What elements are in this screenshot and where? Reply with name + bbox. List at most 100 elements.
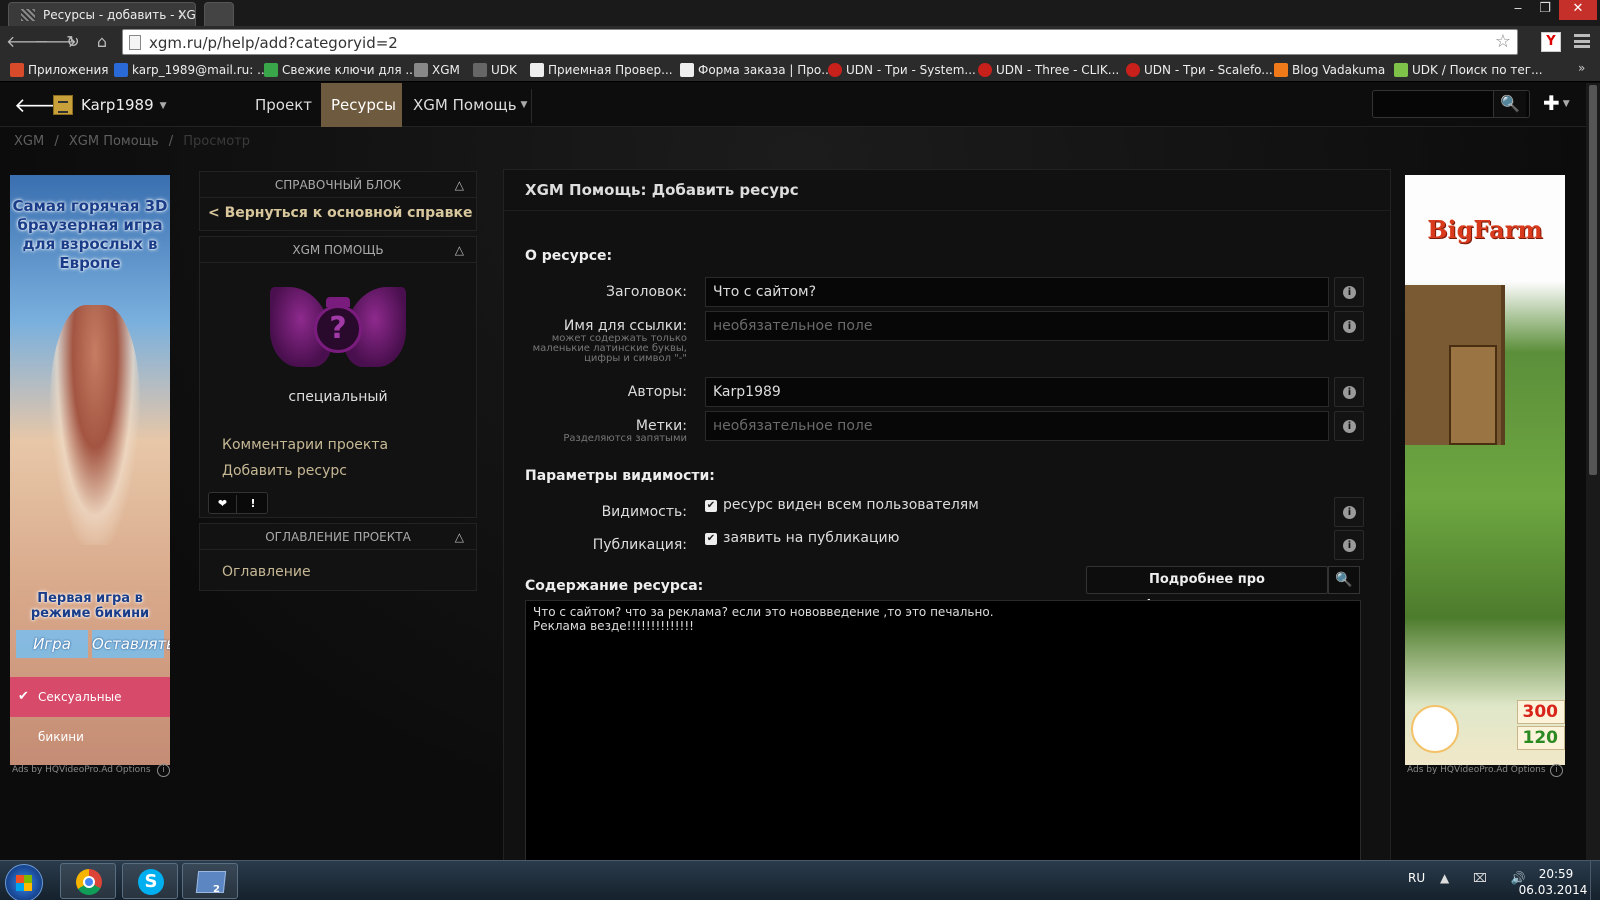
tab-active[interactable]: Ресурсы - добавить - XGI ×	[8, 2, 196, 26]
alert-icon[interactable]: !	[239, 495, 267, 513]
address-bar[interactable]: xgm.ru/p/help/add?categoryid=2 ☆	[122, 29, 1518, 55]
ad-leave-button[interactable]: Оставлять	[92, 630, 170, 658]
window-close-icon[interactable]: ✕	[1559, 0, 1597, 20]
preview-search-icon[interactable]: 🔍	[1328, 566, 1360, 594]
toc-block: ОГЛАВЛЕНИЕ ПРОЕКТА △ Оглавление	[199, 523, 477, 591]
maximize-icon[interactable]: ❐	[1532, 0, 1558, 20]
slug-hint: может содержать только маленькие латинск…	[532, 333, 687, 364]
nav-divider	[531, 89, 532, 123]
collapse-triangle-icon[interactable]: △	[455, 178, 464, 192]
toc-header[interactable]: ОГЛАВЛЕНИЕ ПРОЕКТА △	[200, 524, 476, 550]
collapse-triangle-icon[interactable]: △	[455, 530, 464, 544]
bookmark-udk-search[interactable]: UDK / Поиск по тег...	[1392, 61, 1543, 79]
collapse-triangle-icon[interactable]: △	[455, 243, 464, 257]
ad-tagline: Первая игра в режиме бикини	[30, 591, 150, 621]
nav-resources[interactable]: Ресурсы	[321, 83, 402, 127]
skype-icon: S	[138, 869, 164, 895]
visibility-checkbox[interactable]: ✔ ресурс виден всем пользователям	[705, 497, 979, 513]
tab-title: Ресурсы - добавить - XGI	[43, 8, 196, 22]
bookmark-udk[interactable]: UDK	[471, 61, 517, 79]
info-icon[interactable]: i	[157, 764, 170, 777]
clock-time[interactable]: 20:59	[1528, 867, 1584, 881]
bookmark-udn-clik[interactable]: UDN - Three - CLIK...	[976, 61, 1119, 79]
breadcrumb-xgm[interactable]: XGM	[14, 134, 44, 149]
bookmark-xgm[interactable]: XGM	[412, 61, 460, 79]
publish-info-button[interactable]: i	[1334, 530, 1364, 560]
minimize-icon[interactable]: ‒	[1505, 0, 1531, 20]
nav-project[interactable]: Проект	[245, 83, 322, 127]
clock-date[interactable]: 06.03.2014	[1518, 883, 1588, 897]
ad-label[interactable]: Ads by HQVideoPro.Ad Options	[12, 765, 151, 775]
nav-xgm-help[interactable]: XGM Помощь ▼	[403, 83, 537, 127]
page-icon	[530, 63, 544, 77]
toc-link[interactable]: Оглавление	[222, 564, 311, 580]
project-actions: ❤ !	[208, 492, 268, 514]
tags-info-button[interactable]: i	[1334, 411, 1364, 441]
bookmark-apps[interactable]: Приложения	[8, 61, 109, 79]
unreal-icon	[978, 63, 992, 77]
ad-play-button[interactable]: Игра	[16, 630, 88, 658]
bookmark-udn-system[interactable]: UDN - Три - System...	[826, 61, 976, 79]
tags-hint: Разделяются запятыми	[563, 433, 687, 444]
tags-input[interactable]: необязательное поле	[705, 411, 1329, 441]
publish-checkbox[interactable]: ✔ заявить на публикацию	[705, 530, 899, 546]
reference-block-header[interactable]: СПРАВОЧНЫЙ БЛОК △	[200, 172, 476, 198]
ad-label[interactable]: Ads by HQVideoPro.Ad Options	[1407, 765, 1546, 775]
xgm-favicon-icon	[21, 9, 35, 21]
slug-info-button[interactable]: i	[1334, 311, 1364, 341]
info-icon: i	[1343, 286, 1356, 299]
hamburger-menu-icon[interactable]	[1574, 34, 1590, 48]
bookmark-reception[interactable]: Приемная Провер...	[528, 61, 673, 79]
bookmarks-overflow-icon[interactable]: »	[1578, 61, 1585, 75]
language-indicator[interactable]: RU	[1408, 871, 1425, 885]
bookmark-keys[interactable]: Свежие ключи для ...	[262, 61, 417, 79]
bookmark-mail[interactable]: karp_1989@mail.ru: ...	[112, 61, 269, 79]
bookmark-order-form[interactable]: Форма заказа | Про...	[678, 61, 833, 79]
reload-icon[interactable]: ↻	[62, 32, 84, 52]
forward-arrow-icon[interactable]: 🡒	[34, 32, 77, 52]
taskbar-chrome[interactable]	[60, 863, 116, 899]
title-input[interactable]: Что с сайтом?	[705, 277, 1329, 307]
browser-window: Ресурсы - добавить - XGI × ‒ ❐ ✕ 🡐 🡒 ↻ ⌂…	[0, 0, 1600, 900]
bookmark-star-icon[interactable]: ☆	[1495, 31, 1511, 52]
left-ad-banner[interactable]: Самая горячая 3D браузерная игра для взр…	[10, 175, 170, 765]
start-button-icon[interactable]	[5, 864, 43, 900]
visibility-info-button[interactable]: i	[1334, 497, 1364, 527]
create-menu[interactable]: ✚ ▼	[1543, 91, 1570, 115]
folder-icon	[195, 871, 227, 893]
tab-close-icon[interactable]: ×	[177, 7, 187, 21]
tab-strip: Ресурсы - добавить - XGI × ‒ ❐ ✕	[0, 0, 1600, 26]
info-icon[interactable]: i	[1550, 764, 1563, 777]
bookmark-udn-scaleform[interactable]: UDN - Три - Scalefo...	[1124, 61, 1273, 79]
project-comments-link[interactable]: Комментарии проекта	[222, 437, 388, 453]
xgm-help-header[interactable]: XGM ПОМОЩЬ △	[200, 237, 476, 263]
slug-input[interactable]: необязательное поле	[705, 311, 1329, 341]
show-desktop-button[interactable]	[1590, 861, 1600, 900]
project-emblem-icon[interactable]: ?	[270, 277, 406, 373]
bookmark-blog[interactable]: Blog Vadakuma	[1272, 61, 1385, 79]
content-textarea[interactable]: Что с сайтом? что за реклама? если это н…	[525, 600, 1361, 880]
page-scrollbar[interactable]	[1586, 83, 1600, 860]
authors-info-button[interactable]: i	[1334, 377, 1364, 407]
ad-footer[interactable]: Сексуальные бикини	[10, 677, 170, 744]
publish-label: Публикация:	[592, 537, 687, 553]
yandex-extension-icon[interactable]: Y	[1541, 32, 1561, 52]
home-icon[interactable]: ⌂	[91, 32, 113, 52]
authors-input[interactable]: Karp1989	[705, 377, 1329, 407]
back-arrow-icon[interactable]: 🡐	[6, 32, 49, 52]
taskbar-skype[interactable]: S	[122, 863, 178, 899]
user-menu[interactable]: Karp1989 ▼	[53, 94, 167, 118]
scrollbar-thumb[interactable]	[1589, 85, 1597, 475]
right-ad-banner[interactable]: BigFarm 300 120	[1405, 175, 1565, 765]
chevron-down-icon: ▼	[1562, 99, 1570, 109]
search-icon[interactable]: 🔍	[1493, 91, 1526, 117]
add-resource-link[interactable]: Добавить ресурс	[222, 463, 347, 479]
formatting-help-button[interactable]: Подробнее про форматирование	[1086, 566, 1328, 613]
breadcrumb-help[interactable]: XGM Помощь	[69, 134, 159, 149]
back-to-help-link[interactable]: < Вернуться к основной справке	[208, 205, 472, 221]
heart-icon[interactable]: ❤	[209, 495, 237, 513]
new-tab-button[interactable]	[204, 2, 234, 26]
nav-xgm-help-label: XGM Помощь	[413, 96, 517, 114]
taskbar-explorer[interactable]: 2	[182, 863, 238, 899]
title-info-button[interactable]: i	[1334, 277, 1364, 307]
